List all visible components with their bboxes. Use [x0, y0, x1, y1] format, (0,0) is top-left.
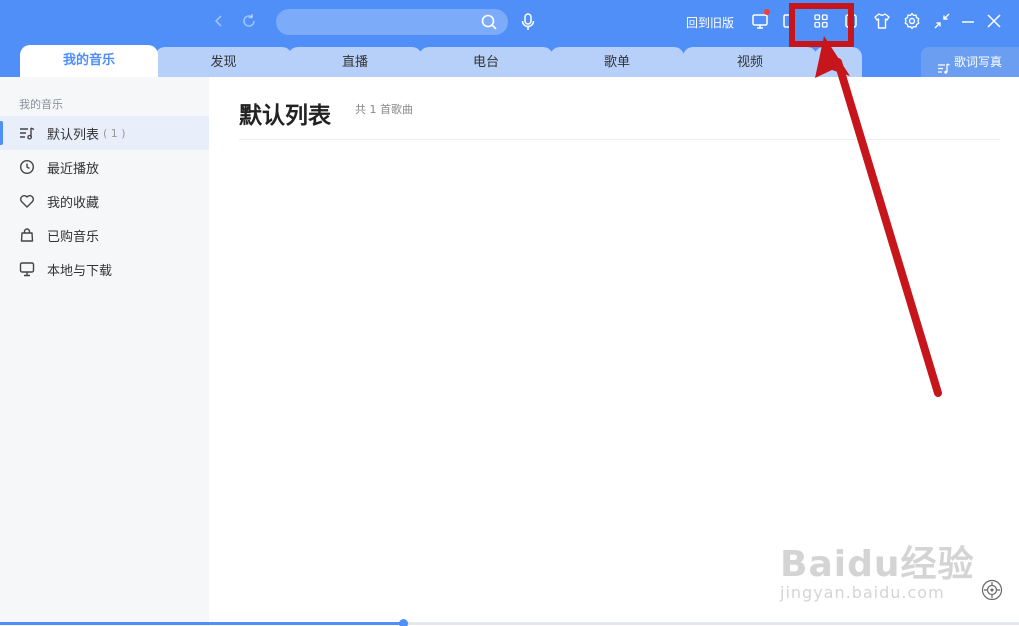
tab-playlists[interactable]: 歌单 — [550, 47, 684, 77]
playback-progress-bar[interactable] — [0, 619, 1019, 626]
main-tabs: 我的音乐 发现 直播 电台 歌单 视频 歌词写真 — [0, 45, 1019, 77]
shopping-bag-icon — [19, 227, 35, 243]
music-app-window: 回到旧版 我的音乐 发现 直播 电台 歌单 视频 歌词写真 我的音乐 默认列表 … — [0, 0, 1019, 626]
sidebar-section-title: 我的音乐 — [19, 98, 63, 111]
sidebar: 我的音乐 默认列表 ( 1 ) 最近播放 我的收藏 已购音乐 本地与下载 — [0, 77, 209, 626]
sidebar-item-label: 已购音乐 — [47, 229, 100, 245]
sidebar-item-purchased[interactable]: 已购音乐 — [0, 218, 209, 252]
playlist-icon — [19, 125, 35, 141]
back-arrow-icon[interactable] — [210, 12, 228, 30]
tab-video[interactable]: 视频 — [683, 47, 817, 77]
locate-current-icon[interactable] — [981, 579, 1003, 601]
sidebar-item-recent[interactable]: 最近播放 — [0, 150, 209, 184]
sidebar-item-local-download[interactable]: 本地与下载 — [0, 252, 209, 286]
title-bar: 回到旧版 我的音乐 发现 直播 电台 歌单 视频 歌词写真 — [0, 0, 1019, 77]
heart-icon — [19, 193, 35, 209]
sidebar-item-label: 我的收藏 — [47, 195, 100, 211]
clock-icon — [19, 159, 35, 175]
lyric-icon — [937, 56, 950, 74]
tab-more[interactable] — [814, 47, 862, 77]
shrink-icon[interactable] — [933, 12, 951, 30]
annotation-highlight-box — [789, 3, 854, 47]
progress-fill — [0, 622, 403, 625]
mic-icon[interactable] — [520, 13, 536, 31]
sidebar-item-default-list[interactable]: 默认列表 ( 1 ) — [0, 116, 209, 150]
gear-icon[interactable] — [903, 12, 921, 30]
divider — [239, 139, 1000, 140]
lyric-photo-button[interactable]: 歌词写真 — [921, 47, 1019, 77]
sidebar-item-count: ( 1 ) — [103, 126, 126, 140]
skin-tshirt-icon[interactable] — [873, 12, 891, 30]
page-title: 默认列表 — [239, 103, 331, 129]
monitor-icon — [19, 261, 35, 277]
tab-my-music[interactable]: 我的音乐 — [20, 45, 158, 77]
lyric-photo-label: 歌词写真 — [954, 55, 1003, 69]
song-count: 共 1 首歌曲 — [355, 103, 413, 116]
old-version-link[interactable]: 回到旧版 — [686, 14, 734, 31]
watermark: Baidu经验 jingyan.baidu.com — [780, 535, 974, 602]
search-icon[interactable] — [480, 13, 498, 31]
tab-live[interactable]: 直播 — [288, 47, 422, 77]
watermark-logo: Baidu经验 — [780, 544, 975, 585]
close-icon[interactable] — [985, 12, 1003, 30]
search-input[interactable] — [276, 9, 508, 35]
sidebar-item-label: 本地与下载 — [47, 263, 113, 279]
notification-dot — [764, 9, 770, 15]
progress-handle[interactable] — [398, 619, 408, 626]
refresh-icon[interactable] — [240, 12, 258, 30]
minimize-icon[interactable] — [959, 12, 977, 30]
tab-discover[interactable]: 发现 — [155, 47, 292, 77]
tab-radio[interactable]: 电台 — [419, 47, 553, 77]
sidebar-item-favorites[interactable]: 我的收藏 — [0, 184, 209, 218]
sidebar-item-label: 默认列表 — [47, 127, 100, 143]
sidebar-item-label: 最近播放 — [47, 161, 100, 177]
